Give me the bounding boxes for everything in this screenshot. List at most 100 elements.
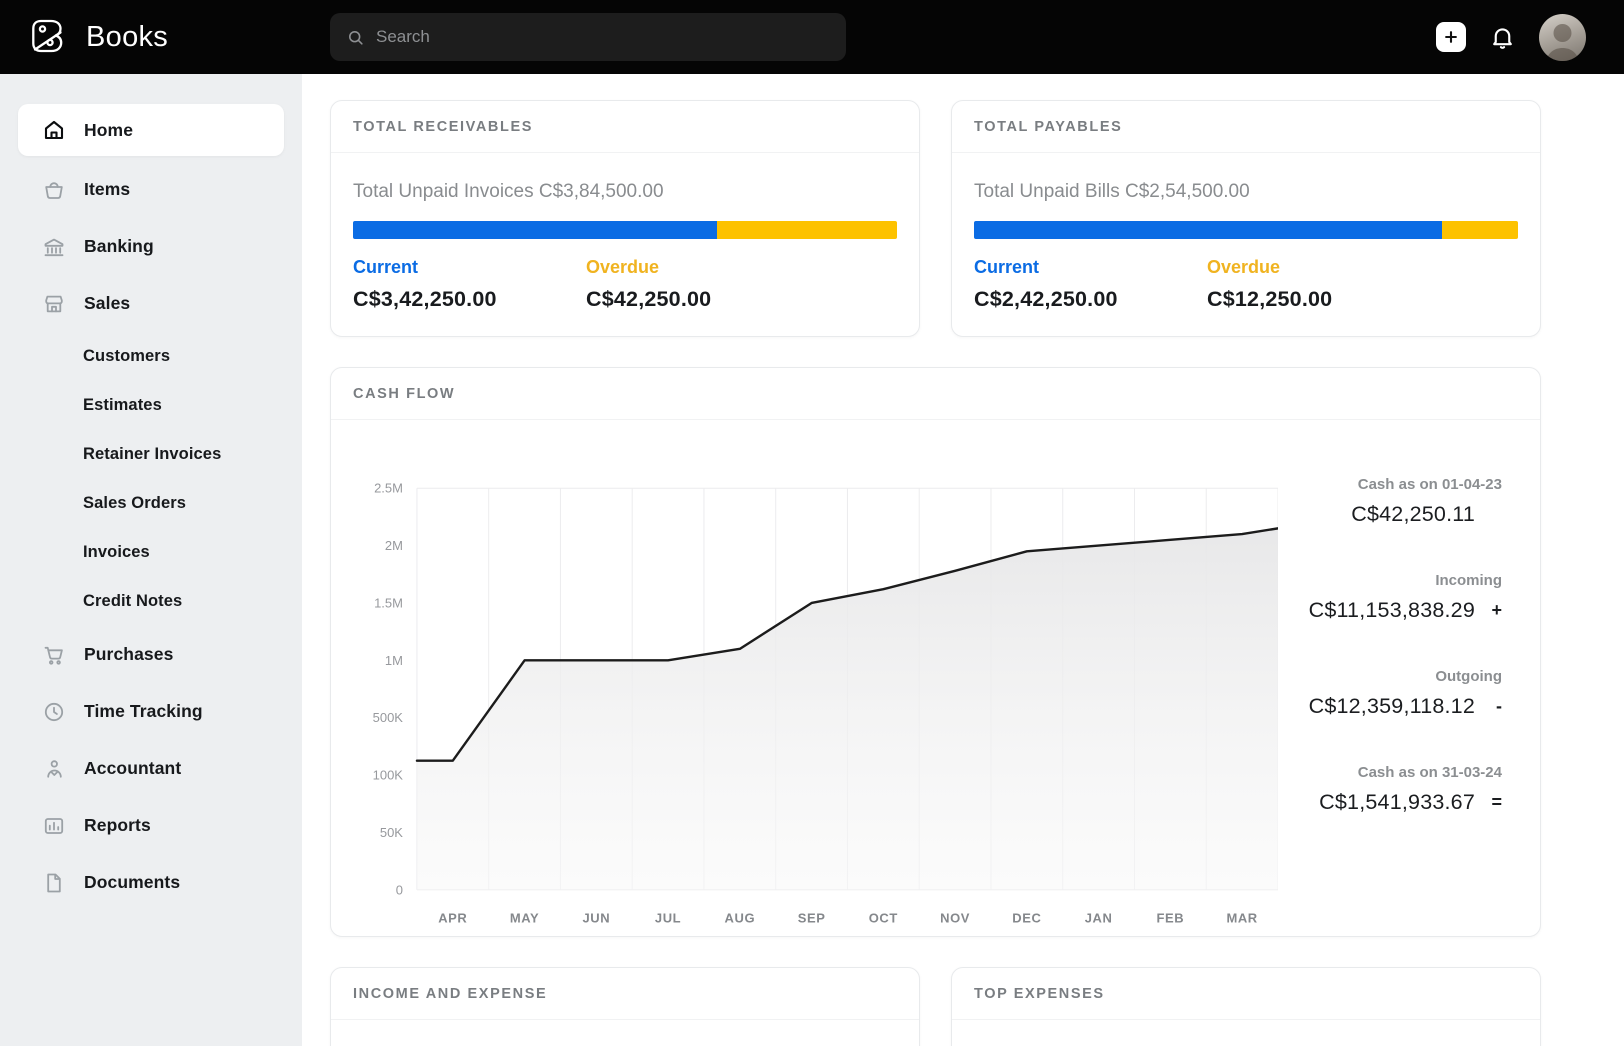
chart-icon [42, 814, 66, 838]
stat-value: C$1,541,933.67 [1319, 790, 1475, 814]
quick-create-button[interactable] [1436, 22, 1466, 52]
sidebar-item-label: Documents [84, 872, 181, 892]
total-receivables-card: TOTAL RECEIVABLES Total Unpaid Invoices … [330, 100, 920, 337]
x-axis-label: FEB [1156, 911, 1184, 926]
current-bar-segment [974, 221, 1442, 239]
current-bar-segment [353, 221, 718, 239]
topbar: Books [0, 0, 1624, 74]
x-axis-label: JUN [582, 911, 610, 926]
receivables-progress-bar [353, 221, 897, 239]
sidebar-item-sales[interactable]: Sales [18, 275, 284, 332]
x-axis-label: APR [438, 911, 467, 926]
sidebar-item-customers[interactable]: Customers [18, 332, 284, 381]
plus-icon [1445, 31, 1457, 43]
sidebar-item-purchases[interactable]: Purchases [18, 626, 284, 683]
current-amount: C$2,42,250.00 [974, 287, 1118, 311]
cash-flow-chart: 0 50K 100K 500K 1M 1.5M 2M 2.5M APR MAY JUN JUL AUG S… [373, 481, 1278, 926]
stat-label: Outgoing [1435, 668, 1502, 685]
sidebar-item-estimates[interactable]: Estimates [18, 381, 284, 430]
search-icon [349, 30, 363, 45]
x-axis-label: JAN [1085, 911, 1113, 926]
overdue-amount: C$12,250.00 [1207, 287, 1333, 311]
current-label: Current [353, 257, 419, 277]
sidebar-item-label: Accountant [84, 758, 182, 778]
topbar-actions [1436, 0, 1586, 74]
x-axis-label: JUL [655, 911, 681, 926]
sidebar-item-reports[interactable]: Reports [18, 797, 284, 854]
cash-flow-chart-area: 0 50K 100K 500K 1M 1.5M 2M 2.5M APR MAY JUN JUL AUG S… [331, 420, 1278, 936]
card-title: TOTAL RECEIVABLES [331, 101, 919, 153]
x-axis-label: NOV [940, 911, 970, 926]
sidebar-item-label: Sales [84, 293, 131, 313]
global-search[interactable] [330, 13, 846, 61]
sidebar-item-retainer-invoices[interactable]: Retainer Invoices [18, 430, 284, 479]
card-title: TOTAL PAYABLES [952, 101, 1540, 153]
sidebar-item-sales-orders[interactable]: Sales Orders [18, 479, 284, 528]
sidebar-item-home[interactable]: Home [18, 104, 284, 156]
sidebar-item-items[interactable]: Items [18, 161, 284, 218]
avatar-silhouette-icon [1546, 23, 1579, 61]
top-expenses-card: TOP EXPENSES [951, 967, 1541, 1046]
unpaid-bills-total: Total Unpaid Bills C$2,54,500.00 [974, 181, 1250, 202]
sidebar-item-documents[interactable]: Documents [18, 854, 284, 911]
sidebar-item-time-tracking[interactable]: Time Tracking [18, 683, 284, 740]
sidebar-item-label: Reports [84, 815, 151, 835]
x-axis-label: MAY [510, 911, 539, 926]
payables-progress-bar [974, 221, 1518, 239]
stat-label: Cash as on 31-03-24 [1357, 764, 1502, 781]
overdue-bar-segment [1441, 221, 1518, 239]
sidebar-item-label: Customers [83, 347, 171, 365]
cash-flow-stat: Incoming C$11,153,838.29 + [1278, 572, 1502, 623]
overdue-label: Overdue [1207, 257, 1281, 277]
cash-flow-card: CASH FLOW 0 50K 100K 500K 1M 1.5M 2M 2.5M APR MAY… [330, 367, 1541, 937]
stat-operator: - [1496, 696, 1502, 716]
x-axis-label: AUG [725, 911, 756, 926]
sidebar-item-label: Time Tracking [84, 701, 203, 721]
overdue-amount: C$42,250.00 [586, 287, 712, 311]
sidebar-item-label: Items [84, 179, 131, 199]
income-and-expense-card: INCOME AND EXPENSE [330, 967, 920, 1046]
sidebar-item-accountant[interactable]: Accountant [18, 740, 284, 797]
basket-icon [42, 178, 66, 202]
y-axis-label: 50K [380, 825, 403, 840]
stat-value: C$42,250.11 [1351, 502, 1475, 526]
y-axis-label: 0 [396, 882, 403, 897]
stat-value: C$11,153,838.29 [1308, 598, 1475, 622]
user-avatar[interactable] [1539, 13, 1586, 61]
sidebar-item-label: Credit Notes [83, 592, 183, 610]
x-axis-label: DEC [1012, 911, 1041, 926]
cash-flow-stat: Outgoing C$12,359,118.12 - [1278, 668, 1502, 719]
stat-label: Incoming [1435, 572, 1502, 589]
notifications-button[interactable] [1489, 24, 1516, 51]
sidebar-item-label: Banking [84, 236, 154, 256]
current-label: Current [974, 257, 1040, 277]
sidebar-item-label: Purchases [84, 644, 174, 664]
sidebar-item-credit-notes[interactable]: Credit Notes [18, 577, 284, 626]
cash-flow-stat: Cash as on 01-04-23 C$42,250.11 [1278, 476, 1502, 527]
sidebar-item-label: Invoices [83, 543, 150, 561]
sidebar-item-invoices[interactable]: Invoices [18, 528, 284, 577]
search-input[interactable] [376, 27, 830, 47]
overdue-label: Overdue [586, 257, 660, 277]
card-title: TOP EXPENSES [952, 968, 1540, 1020]
document-icon [42, 871, 66, 895]
stat-label: Cash as on 01-04-23 [1357, 476, 1502, 493]
dashboard-main: TOTAL RECEIVABLES Total Unpaid Invoices … [302, 74, 1624, 1046]
stat-operator: = [1491, 792, 1502, 812]
x-axis-label: MAR [1226, 911, 1257, 926]
cash-flow-summary: Cash as on 01-04-23 C$42,250.11 Incoming C$… [1278, 420, 1540, 936]
bank-icon [42, 235, 66, 259]
sidebar-item-banking[interactable]: Banking [18, 218, 284, 275]
bell-icon [1493, 27, 1512, 49]
stat-operator: + [1491, 600, 1502, 620]
books-logo-icon [25, 14, 71, 60]
y-axis-label: 1M [385, 653, 403, 668]
total-payables-card: TOTAL PAYABLES Total Unpaid Bills C$2,54… [951, 100, 1541, 337]
cart-icon [42, 643, 66, 667]
y-axis-label: 2.5M [374, 481, 403, 496]
stat-value: C$12,359,118.12 [1308, 694, 1475, 718]
y-axis-label: 2M [385, 538, 403, 553]
sidebar-item-label: Sales Orders [83, 494, 187, 512]
x-axis-label: SEP [798, 911, 826, 926]
sidebar-item-label: Home [84, 119, 134, 140]
